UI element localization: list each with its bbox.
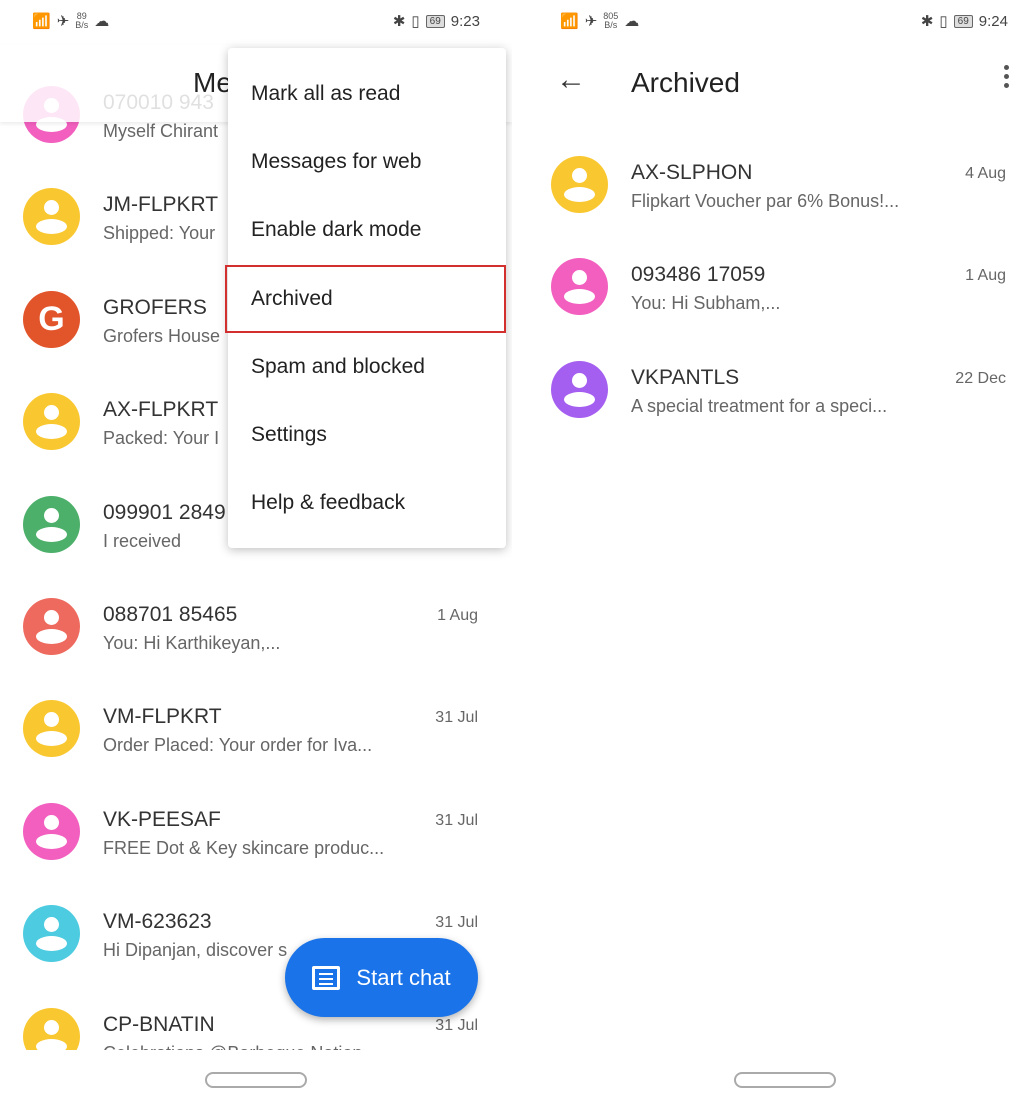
archived-conversation-list[interactable]: AX-SLPHON Flipkart Voucher par 6% Bonus!… (512, 133, 1024, 440)
page-title: Me (193, 67, 232, 98)
cloud-icon: ☁ (624, 13, 640, 30)
menu-item-archived[interactable]: Archived (225, 264, 506, 333)
sender-name: VM-623623 (103, 910, 212, 934)
message-preview: Packed: Your I (103, 428, 220, 449)
start-chat-button[interactable]: Start chat (285, 938, 478, 1017)
navigation-bar (0, 1050, 512, 1109)
vibrate-icon: ▯ (939, 13, 948, 30)
network-speed-unit: B/s (75, 20, 89, 30)
sender-name: AX-SLPHON (631, 161, 753, 184)
sender-name: JM-FLPKRT (103, 193, 219, 217)
avatar-person-icon (551, 258, 608, 316)
more-options-icon[interactable] (1004, 65, 1010, 92)
menu-item-settings[interactable]: Settings (228, 401, 506, 469)
menu-item-help-feedback[interactable]: Help & feedback (228, 469, 506, 537)
conversation-item[interactable]: 093486 17059 You: Hi Subham,... 1 Aug (512, 235, 1024, 337)
messages-screen: 070010 943 Myself Chirant JM-FLPKRT Ship… (0, 0, 512, 1109)
menu-item-mark-all-as-read[interactable]: Mark all as read (228, 60, 506, 128)
battery-icon: 69 (425, 14, 445, 28)
bluetooth-icon: ✱ (920, 13, 934, 30)
sender-name: 088701 85465 (103, 602, 238, 626)
sender-name: VM-FLPKRT (103, 705, 222, 729)
home-gesture-handle[interactable] (734, 1072, 836, 1088)
archived-screen: 📶 ✈ 805 B/s ☁ ✱ ▯ 69 9:24 ← Archived AX-SLPHON … (512, 0, 1024, 1109)
sender-name: AX-FLPKRT (103, 398, 219, 422)
page-title: Archived (631, 67, 740, 98)
conversation-item[interactable]: VM-FLPKRT Order Placed: Your order for I… (0, 677, 512, 779)
avatar-person-icon (23, 802, 80, 860)
clock: 9:23 (450, 12, 480, 30)
overflow-menu: Mark all as read Messages for web Enable d… (225, 48, 506, 548)
app-bar: ← Archived (512, 45, 1024, 122)
back-arrow-icon[interactable]: ← (556, 63, 586, 97)
conversation-item[interactable]: VKPANTLS A special treatment for a speci… (512, 338, 1024, 440)
message-preview: You: Hi Karthikeyan,... (103, 632, 281, 653)
message-preview: A special treatment for a speci... (631, 395, 888, 416)
vibrate-icon: ▯ (411, 13, 420, 30)
sender-name: 093486 17059 (631, 263, 766, 287)
menu-item-spam-and-blocked[interactable]: Spam and blocked (228, 333, 506, 401)
avatar-person-icon (23, 393, 80, 451)
avatar-person-icon (23, 495, 80, 553)
wifi-icon: 📶 (32, 13, 51, 30)
sender-name: GROFERS (103, 295, 207, 319)
message-preview: Grofers House (103, 325, 221, 346)
home-gesture-handle[interactable] (205, 1072, 307, 1088)
message-date: 4 Aug (965, 165, 1006, 182)
message-date: 31 Jul (435, 1016, 478, 1034)
conversation-item[interactable]: VK-PEESAF FREE Dot & Key skincare produc… (0, 780, 512, 882)
airplane-icon: ✈ (56, 13, 70, 30)
clock: 9:24 (978, 12, 1008, 30)
message-preview: Myself Chirant (103, 121, 219, 141)
sender-name: VKPANTLS (631, 365, 740, 389)
network-speed-unit: B/s (604, 20, 618, 30)
sender-name: VK-PEESAF (103, 807, 221, 831)
bluetooth-icon: ✱ (392, 13, 406, 30)
message-date: 22 Dec (955, 369, 1006, 387)
wifi-icon: 📶 (560, 13, 579, 30)
sender-name: 099901 2849 (103, 500, 226, 524)
message-preview: Flipkart Voucher par 6% Bonus!... (631, 191, 900, 211)
menu-item-messages-for-web[interactable]: Messages for web (228, 128, 506, 196)
avatar-person-icon (551, 156, 608, 213)
avatar-person-icon (23, 700, 80, 758)
airplane-icon: ✈ (584, 13, 598, 30)
sender-name: CP-BNATIN (103, 1012, 215, 1036)
message-preview: Order Placed: Your order for Iva... (103, 735, 373, 756)
message-date: 1 Aug (965, 267, 1006, 285)
conversation-item[interactable]: 088701 85465 You: Hi Karthikeyan,... 1 A… (0, 575, 512, 677)
message-preview: Shipped: Your (103, 223, 216, 244)
battery-icon: 69 (953, 14, 973, 28)
message-preview: FREE Dot & Key skincare produc... (103, 837, 385, 858)
start-chat-label: Start chat (356, 964, 451, 990)
message-date: 31 Jul (435, 811, 478, 829)
avatar-person-icon (551, 360, 608, 418)
conversation-item[interactable]: AX-SLPHON Flipkart Voucher par 6% Bonus!… (512, 133, 1024, 235)
menu-item-enable-dark-mode[interactable]: Enable dark mode (228, 196, 506, 264)
status-bar: 📶 ✈ 805 B/s ☁ ✱ ▯ 69 9:24 (512, 0, 1024, 45)
message-preview: Hi Dipanjan, discover s (103, 940, 288, 961)
grofers-logo: G (23, 290, 80, 348)
message-icon (312, 965, 341, 990)
message-date: 31 Jul (435, 914, 478, 932)
navigation-bar (512, 1050, 1024, 1109)
message-date: 31 Jul (435, 709, 478, 727)
cloud-icon: ☁ (94, 13, 110, 30)
message-date: 1 Aug (437, 606, 478, 624)
avatar-person-icon (23, 188, 80, 246)
message-preview: I received (103, 530, 182, 551)
status-bar: 📶 ✈ 89 B/s ☁ ✱ ▯ 69 9:23 (0, 0, 512, 45)
avatar-person-icon (23, 905, 80, 963)
avatar-person-icon (23, 597, 80, 655)
message-preview: You: Hi Subham,... (631, 293, 781, 314)
